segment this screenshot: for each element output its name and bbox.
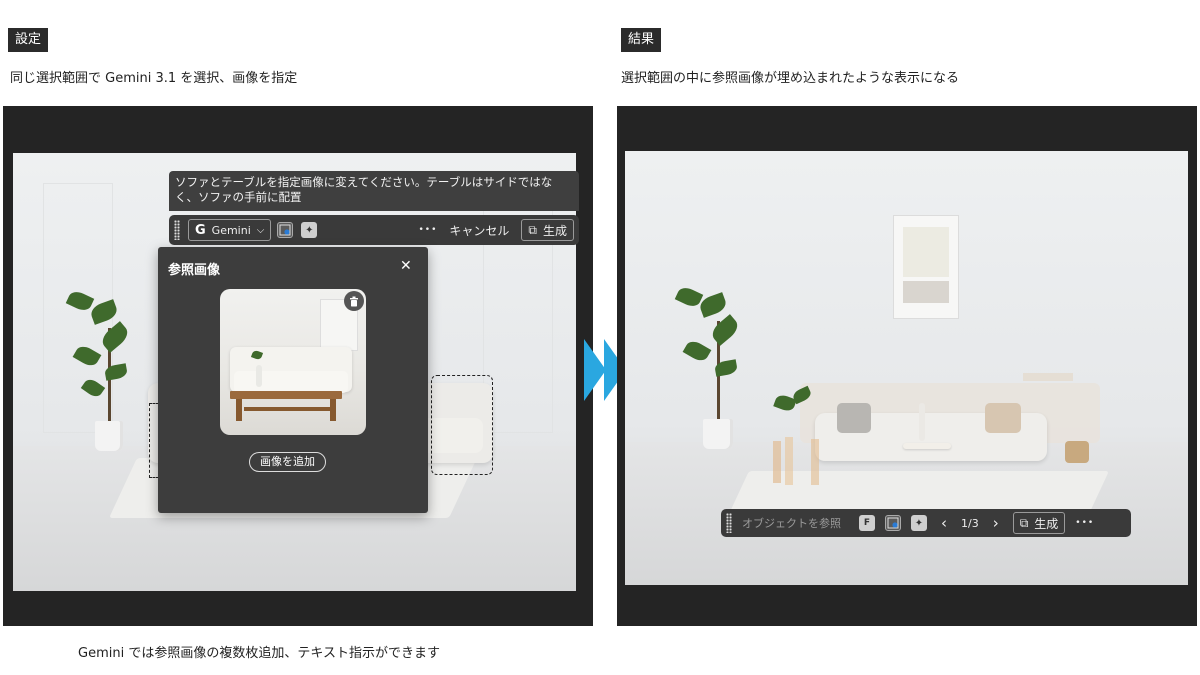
reference-image-button[interactable] — [885, 512, 901, 534]
trash-icon[interactable] — [344, 291, 364, 311]
shelf — [1023, 373, 1073, 381]
result-caption: 選択範囲の中に参照画像が埋め込まれたような表示になる — [621, 71, 960, 86]
text-button[interactable]: F — [859, 512, 875, 534]
thumb-table-top — [230, 391, 342, 399]
reference-panel-title: 参照画像 — [168, 263, 221, 278]
selection-marquee-right — [431, 375, 493, 475]
text-icon: F — [859, 515, 875, 531]
drag-handle[interactable] — [726, 513, 732, 533]
settings-caption: 同じ選択範囲で Gemini 3.1 を選択、画像を指定 — [10, 71, 298, 86]
ghost-table-leg — [785, 437, 793, 485]
wall-art-top — [903, 227, 949, 277]
settings-tag: 設定 — [8, 28, 49, 52]
more-options-button[interactable]: ••• — [1075, 512, 1094, 534]
right-canvas-panel: オブジェクトを参照 F ✦ ‹ 1/3 › ⧉ 生成 ••• — [617, 106, 1197, 626]
generate-button[interactable]: ⧉ 生成 — [521, 219, 574, 241]
previous-variation-button[interactable]: ‹ — [941, 512, 947, 534]
reference-image-icon — [885, 515, 901, 531]
close-icon[interactable]: ✕ — [400, 258, 412, 274]
prompt-text-box[interactable]: ソファとテーブルを指定画像に変えてください。テーブルはサイドではなく、ソファの手… — [169, 171, 579, 211]
arrow-icon — [584, 339, 606, 401]
side-basket — [1065, 441, 1089, 463]
reference-image-icon — [277, 222, 294, 238]
object-reference-input[interactable]: オブジェクトを参照 — [742, 512, 841, 534]
left-canvas-panel: ソファとテーブルを指定画像に変えてください。テーブルはサイドではなく、ソファの手… — [3, 106, 593, 626]
cancel-button[interactable]: キャンセル — [449, 219, 509, 241]
bottom-caption: Gemini では参照画像の複数枚追加、テキスト指示ができます — [78, 646, 440, 661]
wall-art-bottom — [903, 281, 949, 303]
vase — [919, 403, 925, 441]
object-button[interactable]: ✦ — [911, 512, 927, 534]
thumb-vase — [256, 365, 262, 387]
new-table — [903, 443, 951, 449]
model-label: Gemini — [211, 223, 251, 237]
result-tag: 結果 — [621, 28, 662, 52]
model-select[interactable]: G Gemini ⌵ — [188, 219, 272, 241]
gray-cushion — [837, 403, 871, 433]
generate-icon: ⧉ — [528, 222, 537, 237]
reference-image-button[interactable] — [277, 219, 294, 241]
object-icon: ✦ — [911, 515, 927, 531]
drag-handle[interactable] — [174, 220, 180, 240]
thumb-table-shelf — [244, 407, 334, 411]
reference-image-panel: 参照画像 ✕ 画像を追加 — [158, 247, 428, 513]
beige-cushion — [985, 403, 1021, 433]
generate-label: 生成 — [1034, 516, 1059, 531]
plant-leaf — [674, 284, 704, 310]
variation-counter: 1/3 — [961, 516, 979, 530]
thumb-table-leg — [236, 399, 242, 421]
thumb-sofa-seat — [234, 371, 348, 393]
ghost-table-leg — [811, 439, 819, 485]
generate-icon: ⧉ — [1019, 515, 1029, 530]
object-button[interactable]: ✦ — [301, 219, 318, 241]
plant-leaf — [682, 338, 712, 364]
plant-pot — [95, 421, 123, 451]
plant-pot — [703, 419, 733, 449]
add-image-button[interactable]: 画像を追加 — [249, 452, 326, 472]
generate-label: 生成 — [542, 223, 567, 238]
generate-button[interactable]: ⧉ 生成 — [1012, 512, 1066, 534]
ghost-table-leg — [773, 441, 781, 483]
google-g-icon: G — [195, 222, 206, 238]
reference-thumbnail[interactable] — [220, 289, 366, 435]
more-options-button[interactable]: ••• — [418, 219, 437, 241]
plant-leaf — [708, 314, 742, 346]
right-generative-toolbar: オブジェクトを参照 F ✦ ‹ 1/3 › ⧉ 生成 ••• — [721, 509, 1131, 537]
object-icon: ✦ — [301, 222, 318, 238]
next-variation-button[interactable]: › — [993, 512, 999, 534]
left-generative-toolbar: G Gemini ⌵ ✦ ••• キャンセル ⧉ 生成 — [169, 215, 579, 245]
chevron-down-icon: ⌵ — [256, 224, 265, 236]
